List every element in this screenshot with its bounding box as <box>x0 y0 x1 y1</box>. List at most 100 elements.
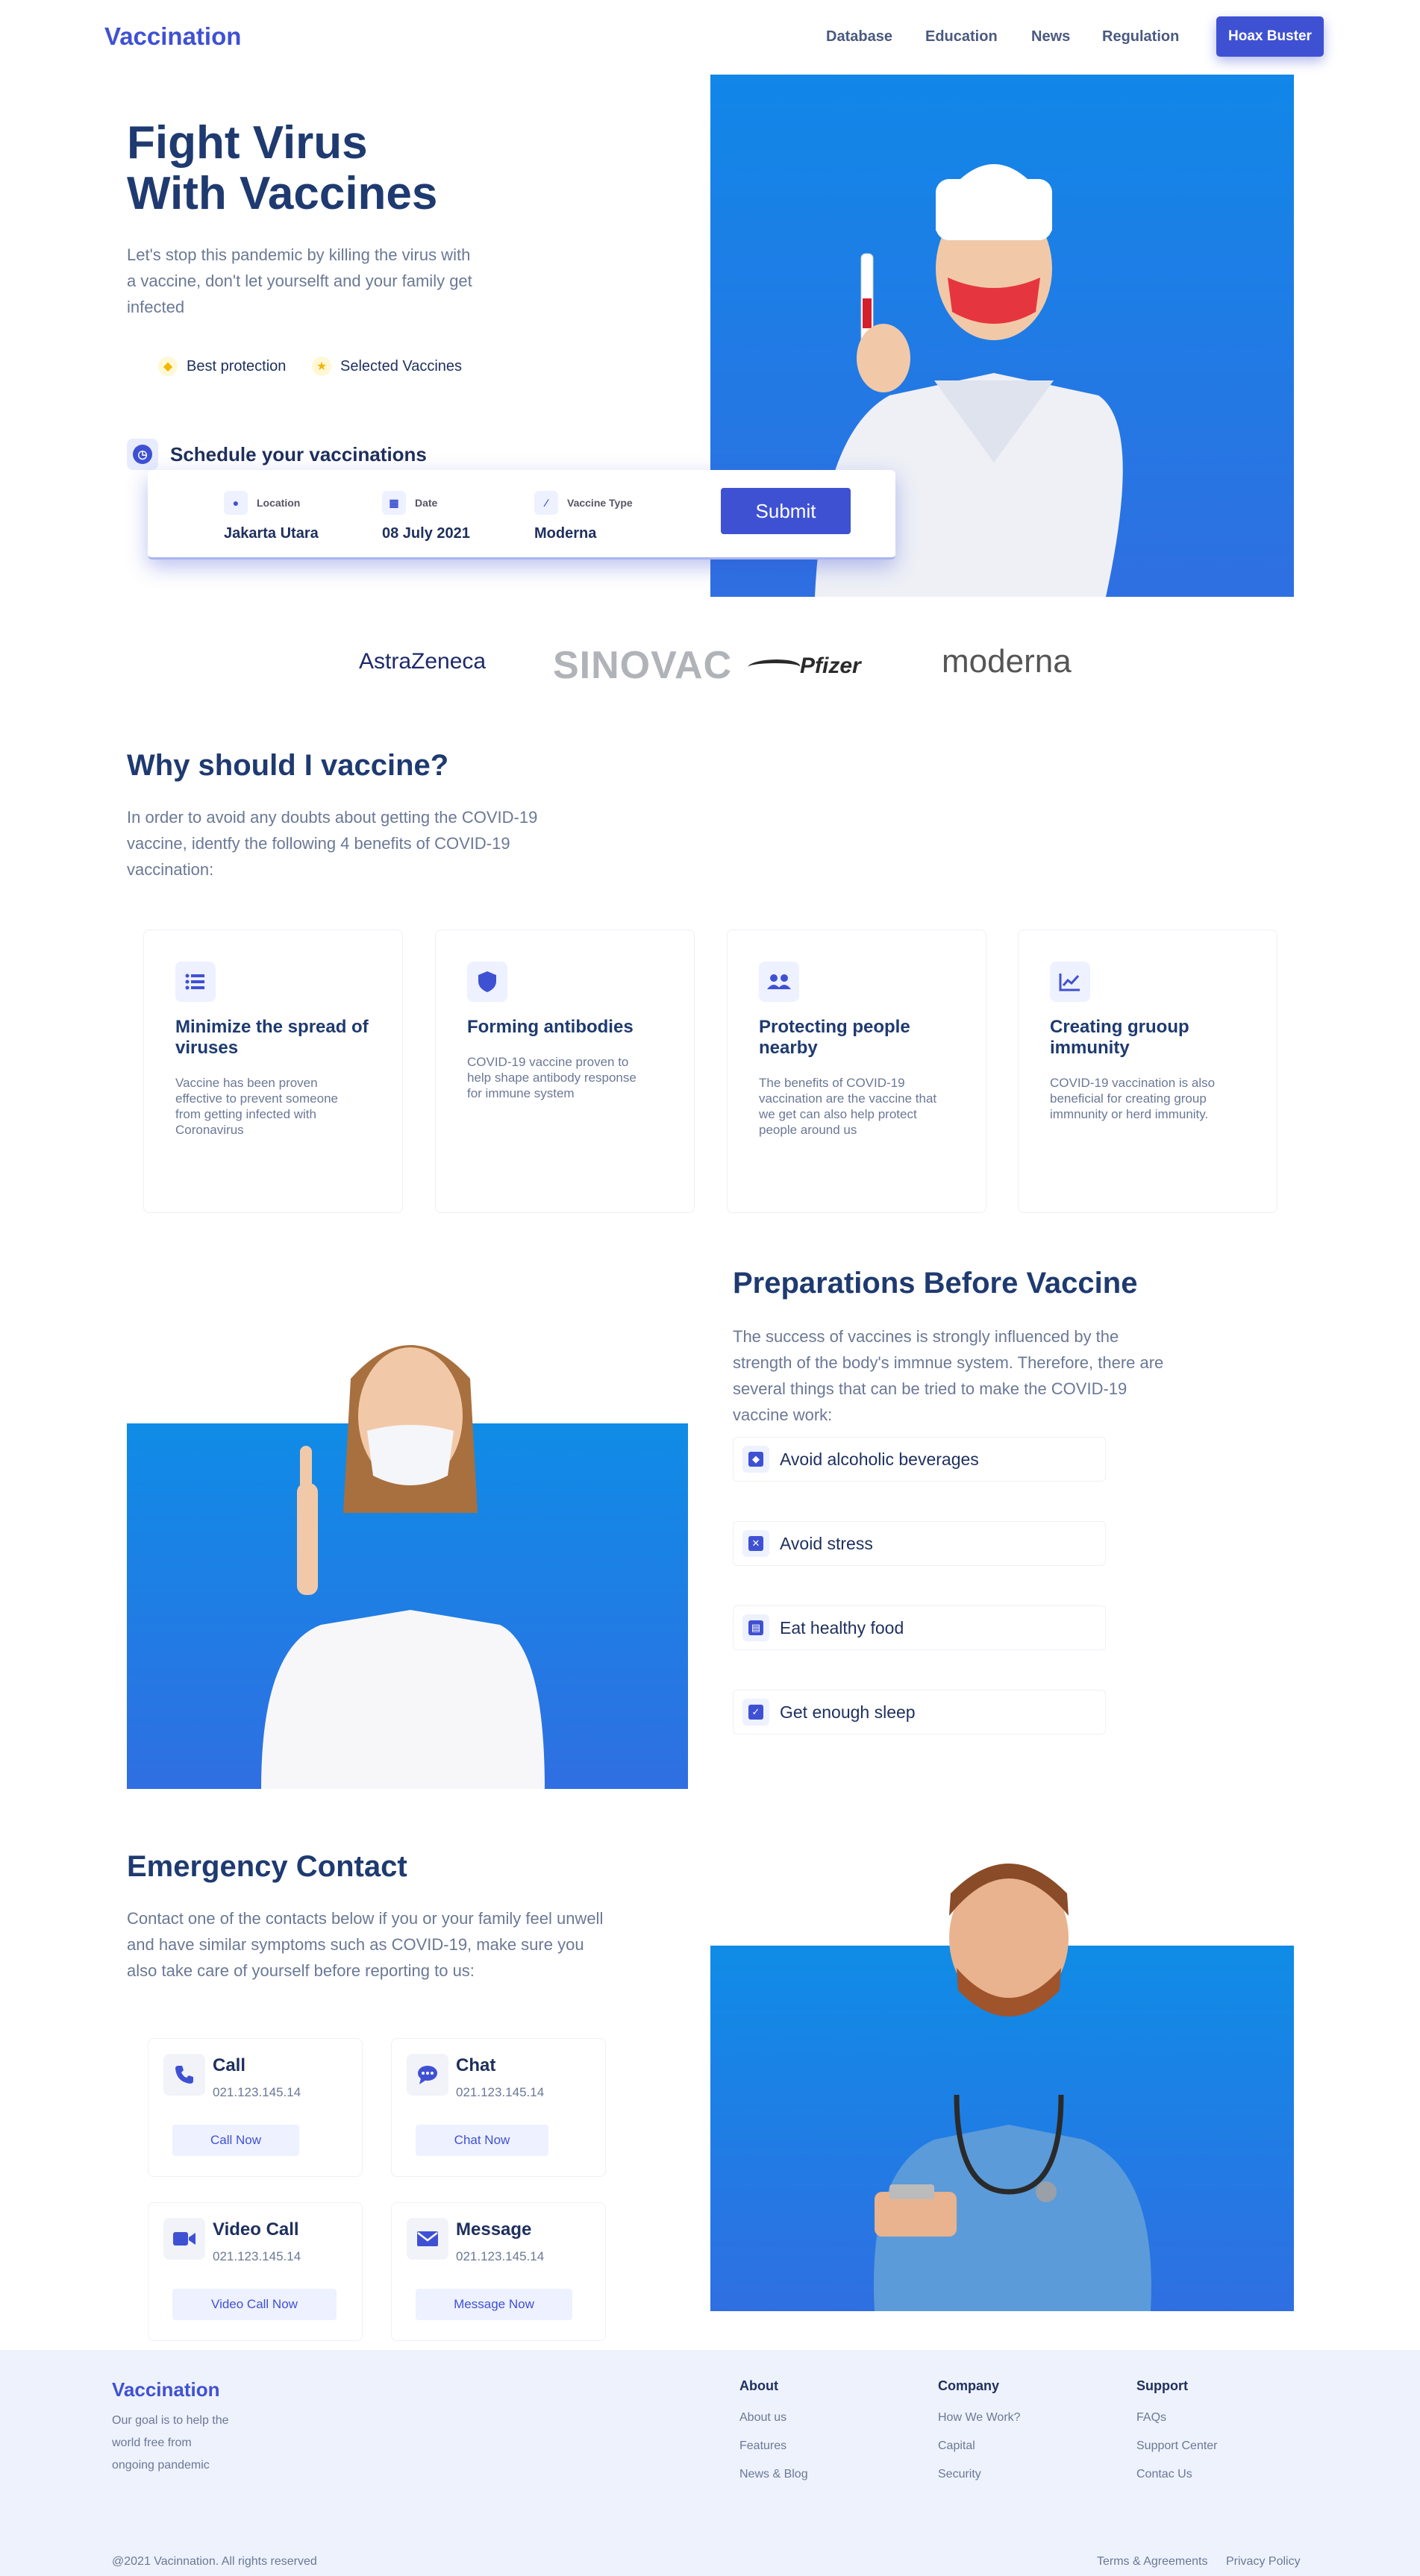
privacy-link[interactable]: Privacy Policy <box>1226 2555 1301 2569</box>
location-pin-icon: ● <box>224 491 248 515</box>
mail-icon <box>407 2218 448 2260</box>
nav-link-regulation[interactable]: Regulation <box>1102 28 1179 46</box>
contact-number: 021.123.145.14 <box>456 2249 545 2263</box>
chart-line-icon <box>1050 962 1090 1002</box>
copyright: @2021 Vacinnation. All rights reserved <box>112 2555 317 2568</box>
prep-item-label: Avoid stress <box>780 1533 873 1553</box>
people-icon <box>759 962 799 1002</box>
footer-heading-support: Support <box>1136 2378 1188 2393</box>
footer-heading-company: Company <box>938 2378 1000 2393</box>
date-field[interactable]: ▦ Date 08 July 2021 <box>382 491 470 542</box>
benefit-title: Minimize the spread of viruses <box>175 1017 369 1058</box>
location-field[interactable]: ● Location Jakarta Utara <box>224 491 319 542</box>
location-label: Location <box>257 497 301 509</box>
footer-link-contact-us[interactable]: Contac Us <box>1136 2468 1192 2481</box>
feature-selected-vaccines: ★ Selected Vaccines <box>312 357 462 376</box>
calendar-icon: ▦ <box>382 491 406 515</box>
phone-icon <box>163 2054 205 2096</box>
benefit-desc: Vaccine has been proven effective to pre… <box>175 1076 338 1137</box>
feature-best-protection: ◆ Best protection <box>158 357 286 376</box>
bar-chart-icon: ▤ <box>742 1614 769 1641</box>
prep-item-label: Get enough sleep <box>780 1702 916 1722</box>
partner-name: Pfizer <box>800 654 861 678</box>
benefit-title: Forming antibodies <box>467 1017 634 1037</box>
feature-label: Selected Vaccines <box>340 357 463 375</box>
schedule-heading: ◷ Schedule your vaccinations <box>127 439 427 470</box>
benefit-card: Protecting people nearby The benefits of… <box>727 930 986 1213</box>
vaccine-type-value: Moderna <box>534 525 597 542</box>
footer-link-features[interactable]: Features <box>739 2439 786 2453</box>
shield-icon: ◆ <box>158 357 178 376</box>
chat-icon <box>407 2054 448 2096</box>
contact-number: 021.123.145.14 <box>456 2085 545 2099</box>
footer-link-security[interactable]: Security <box>938 2468 981 2481</box>
benefit-desc: The benefits of COVID-19 vaccination are… <box>759 1076 937 1137</box>
contact-title: Call <box>213 2055 246 2075</box>
footer-link-news-blog[interactable]: News & Blog <box>739 2468 808 2481</box>
emergency-image-doctor <box>710 1864 1294 2311</box>
prep-title: Preparations Before Vaccine <box>733 1267 1138 1300</box>
hoax-buster-button[interactable]: Hoax Buster <box>1216 16 1324 57</box>
partner-logo-astrazeneca: AstraZeneca <box>359 649 487 674</box>
doctor-illustration <box>874 1864 1151 2311</box>
footer-link-faqs[interactable]: FAQs <box>1136 2411 1166 2425</box>
emergency-title: Emergency Contact <box>127 1850 407 1883</box>
prep-item: ◆ Avoid alcoholic beverages <box>733 1437 1106 1482</box>
partner-logo-sinovac: SINOVAC <box>553 644 733 687</box>
footer-link-how-we-work[interactable]: How We Work? <box>938 2411 1021 2425</box>
footer-link-support-center[interactable]: Support Center <box>1136 2439 1218 2453</box>
date-value: 08 July 2021 <box>382 525 470 542</box>
footer-heading-about: About <box>739 2378 778 2393</box>
why-text: In order to avoid any doubts about getti… <box>127 808 538 879</box>
contact-number: 021.123.145.14 <box>213 2249 301 2263</box>
benefit-title: Protecting people nearby <box>759 1017 910 1058</box>
chat-now-button[interactable]: Chat Now <box>416 2125 548 2156</box>
prep-item: ✕ Avoid stress <box>733 1521 1106 1566</box>
contact-card-call: Call 021.123.145.14 Call Now <box>148 2038 363 2177</box>
prep-item-label: Avoid alcoholic beverages <box>780 1449 979 1469</box>
location-value: Jakarta Utara <box>224 525 319 542</box>
hero-title-line2: With Vaccines <box>127 168 438 219</box>
partner-logo-pfizer: Pfizer <box>745 654 861 679</box>
vaccine-type-label: Vaccine Type <box>567 497 633 509</box>
date-label: Date <box>415 497 438 509</box>
clock-icon: ◷ <box>127 439 158 470</box>
footer-link-capital[interactable]: Capital <box>938 2439 975 2453</box>
site-logo[interactable]: Vaccination <box>104 22 241 51</box>
emergency-text: Contact one of the contacts below if you… <box>127 1909 604 1980</box>
footer-link-about-us[interactable]: About us <box>739 2411 786 2425</box>
contact-card-message: Message 021.123.145.14 Message Now <box>391 2202 606 2341</box>
nav-link-database[interactable]: Database <box>826 28 892 46</box>
nav-link-education[interactable]: Education <box>925 28 998 46</box>
hero-subtitle: Let's stop this pandemic by killing the … <box>127 245 472 316</box>
benefit-desc: COVID-19 vaccine proven to help shape an… <box>467 1055 637 1100</box>
prep-item: ▤ Eat healthy food <box>733 1605 1106 1650</box>
submit-button[interactable]: Submit <box>721 488 851 534</box>
call-now-button[interactable]: Call Now <box>172 2125 299 2156</box>
contact-number: 021.123.145.14 <box>213 2085 301 2099</box>
shield-icon: ◆ <box>742 1446 769 1473</box>
syringe-icon: ∕ <box>534 491 558 515</box>
contact-card-chat: Chat 021.123.145.14 Chat Now <box>391 2038 606 2177</box>
contact-title: Video Call <box>213 2219 299 2240</box>
benefit-title: Creating gruoup immunity <box>1050 1017 1189 1058</box>
benefit-desc: COVID-19 vaccination is also beneficial … <box>1050 1076 1216 1121</box>
hero-title: Fight Virus With Vaccines <box>127 118 437 219</box>
checkbox-icon: ✓ <box>742 1699 769 1726</box>
video-call-now-button[interactable]: Video Call Now <box>172 2289 337 2320</box>
contact-card-video-call: Video Call 021.123.145.14 Video Call Now <box>148 2202 363 2341</box>
terms-link[interactable]: Terms & Agreements <box>1097 2555 1208 2569</box>
woman-illustration <box>261 1345 545 1789</box>
benefit-card: Forming antibodies COVID-19 vaccine prov… <box>435 930 695 1213</box>
hero-title-line1: Fight Virus <box>127 117 368 169</box>
message-now-button[interactable]: Message Now <box>416 2289 572 2320</box>
contact-title: Chat <box>456 2055 496 2075</box>
why-title: Why should I vaccine? <box>127 749 449 782</box>
pfizer-swoosh-icon <box>745 659 803 675</box>
prep-item: ✓ Get enough sleep <box>733 1690 1106 1734</box>
vaccine-type-field[interactable]: ∕ Vaccine Type Moderna <box>534 491 633 542</box>
contact-title: Message <box>456 2219 532 2240</box>
footer-logo[interactable]: Vaccination <box>112 2378 220 2401</box>
nav-link-news[interactable]: News <box>1031 28 1070 46</box>
benefit-card: Creating gruoup immunity COVID-19 vaccin… <box>1018 930 1277 1213</box>
